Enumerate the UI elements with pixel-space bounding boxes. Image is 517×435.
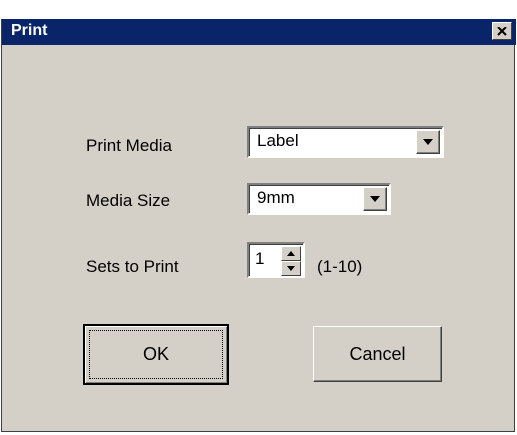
focus-indicator [89, 330, 223, 379]
close-button[interactable] [492, 22, 512, 40]
media-size-value: 9mm [257, 188, 295, 207]
sets-to-print-value[interactable]: 1 [255, 249, 264, 269]
sets-range-hint: (1-10) [317, 257, 363, 276]
print-media-value: Label [257, 131, 299, 150]
arrow-down-icon [287, 266, 295, 271]
cancel-button-label: Cancel [349, 343, 406, 364]
chevron-down-icon [370, 196, 380, 202]
print-media-label: Print Media [86, 136, 172, 155]
window-title: Print [11, 22, 48, 39]
close-icon [497, 26, 507, 36]
ok-button[interactable]: OK [83, 324, 229, 385]
spin-up-button[interactable] [281, 246, 301, 261]
media-size-select[interactable]: 9mm [247, 183, 391, 215]
arrow-up-icon [287, 251, 295, 256]
sets-to-print-stepper[interactable]: 1 [247, 242, 305, 278]
media-size-dropdown-button[interactable] [363, 187, 387, 211]
print-media-select[interactable]: Label [247, 126, 444, 158]
print-media-dropdown-button[interactable] [416, 130, 440, 154]
sets-to-print-label: Sets to Print [86, 257, 179, 276]
chevron-down-icon [423, 139, 433, 145]
cancel-button[interactable]: Cancel [313, 326, 442, 382]
spin-down-button[interactable] [281, 261, 301, 276]
media-size-label: Media Size [86, 191, 171, 210]
print-dialog: Print Print Media Label Media Size 9mm S… [1, 19, 516, 432]
title-bar[interactable]: Print [2, 19, 516, 45]
